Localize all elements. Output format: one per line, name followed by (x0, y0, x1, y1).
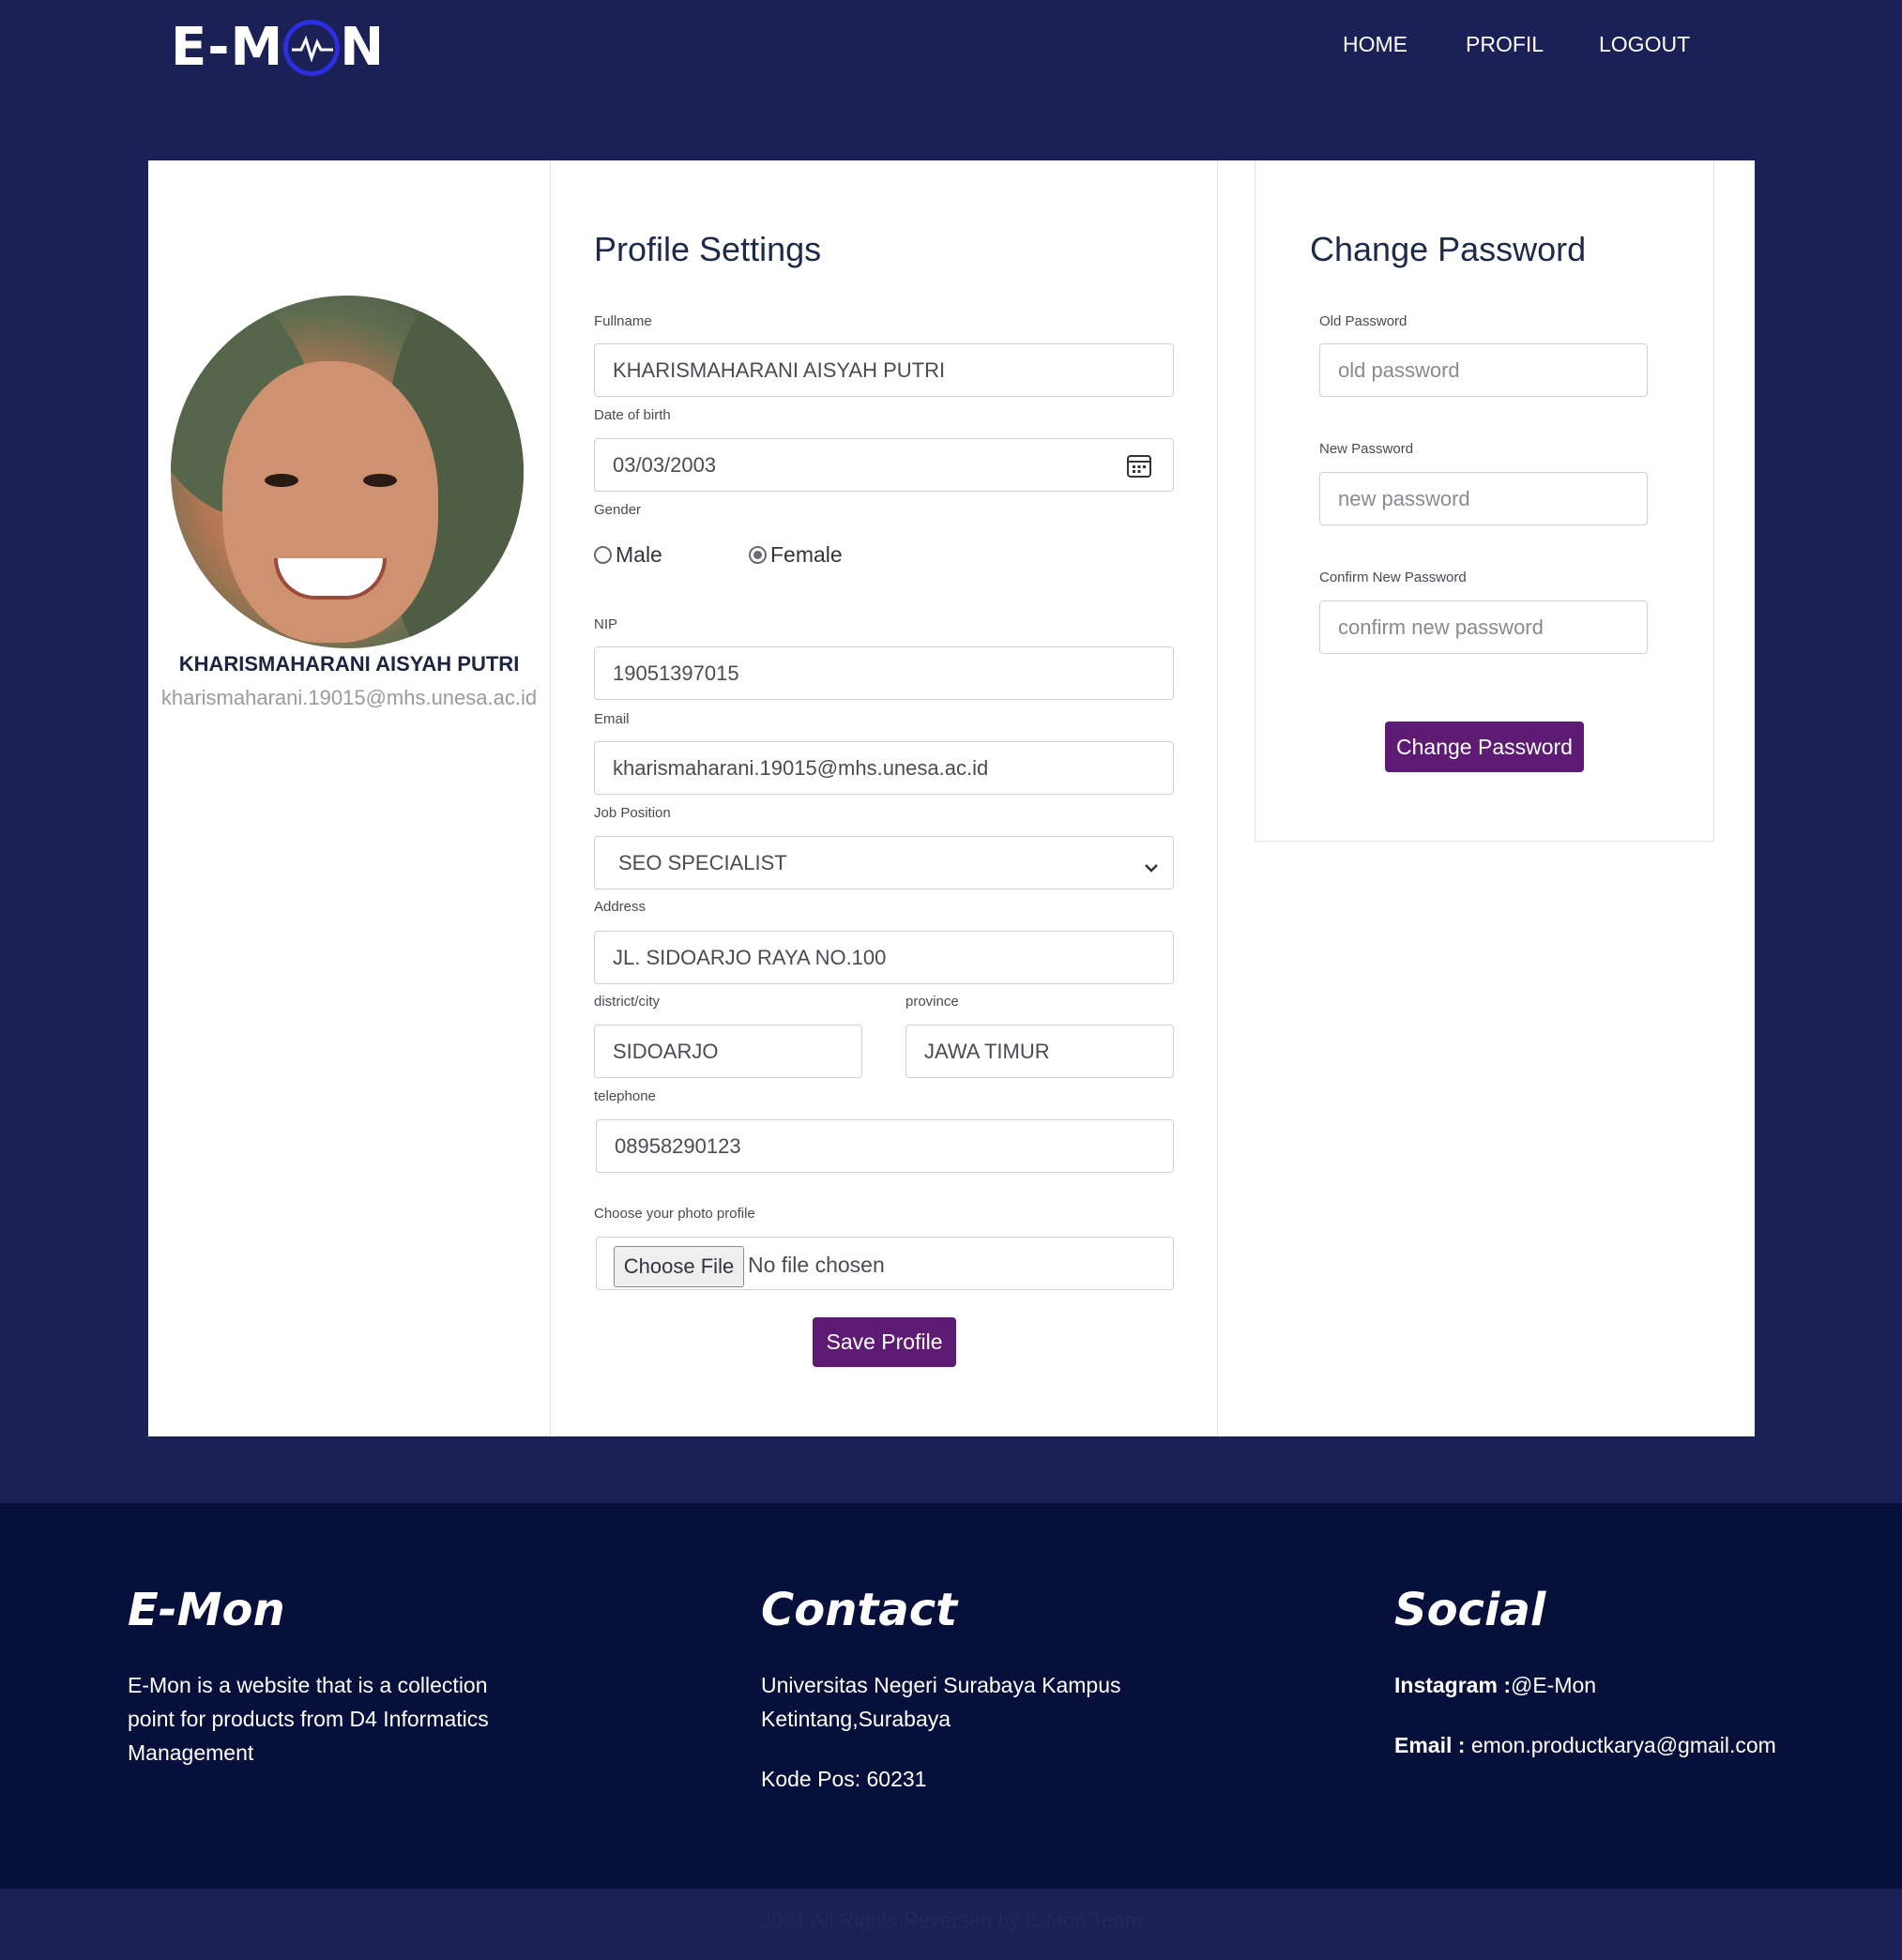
fullname-label: Fullname (594, 313, 652, 329)
change-password-button[interactable]: Change Password (1385, 722, 1584, 772)
profile-name: KHARISMAHARANI AISYAH PUTRI (178, 652, 520, 676)
gender-male-radio[interactable]: Male (594, 542, 662, 568)
gender-male-label: Male (616, 542, 662, 567)
province-label: province (905, 994, 959, 1010)
footer-contact-title: Contact (761, 1584, 958, 1636)
dob-label: Date of birth (594, 407, 671, 423)
calendar-icon[interactable] (1126, 452, 1152, 484)
city-label: district/city (594, 994, 661, 1010)
logo-text-right: N (340, 17, 386, 78)
footer-brand-text: E-Mon is a website that is a collection … (128, 1673, 489, 1765)
footer-brand-title: E-Mon (128, 1584, 285, 1636)
no-file-text: No file chosen (748, 1253, 885, 1277)
telephone-input[interactable]: 08958290123 (596, 1119, 1174, 1173)
email-label: Email (594, 711, 630, 727)
telephone-value: 08958290123 (615, 1133, 741, 1158)
nip-value: 19051397015 (613, 661, 739, 685)
gender-female-label: Female (770, 542, 843, 567)
footer-email-address: emon.productkarya@gmail.com (1470, 1733, 1776, 1757)
province-input[interactable]: JAWA TIMUR (905, 1025, 1174, 1078)
email-value: kharismaharani.19015@mhs.unesa.ac.id (613, 755, 989, 780)
confirm-password-placeholder: confirm new password (1338, 615, 1544, 639)
nip-label: NIP (594, 616, 618, 632)
radio-checked-icon (749, 546, 767, 564)
job-position-label: Job Position (594, 805, 671, 821)
province-value: JAWA TIMUR (924, 1039, 1050, 1063)
gender-label: Gender (594, 502, 642, 518)
old-password-label: Old Password (1319, 313, 1407, 329)
city-value: SIDOARJO (613, 1039, 719, 1063)
footer-instagram[interactable]: Instagram :@E-Mon (1394, 1668, 1596, 1702)
change-password-title: Change Password (1310, 230, 1587, 268)
gender-female-radio[interactable]: Female (749, 542, 843, 568)
column-divider (550, 160, 551, 1436)
fullname-value: KHARISMAHARANI AISYAH PUTRI (613, 357, 946, 382)
instagram-handle: @E-Mon (1510, 1673, 1597, 1697)
dob-input[interactable]: 03/03/2003 (594, 438, 1174, 492)
confirm-password-label: Confirm New Password (1319, 570, 1467, 585)
job-position-value: SEO SPECIALIST (618, 850, 787, 874)
choose-file-button[interactable]: Choose File (614, 1246, 744, 1287)
footer-email-label: Email : (1394, 1733, 1466, 1757)
address-label: Address (594, 899, 647, 915)
new-password-placeholder: new password (1338, 486, 1470, 510)
fullname-input[interactable]: KHARISMAHARANI AISYAH PUTRI (594, 343, 1174, 397)
nav-logout[interactable]: LOGOUT (1599, 32, 1690, 57)
avatar (171, 296, 524, 648)
new-password-label: New Password (1319, 441, 1414, 457)
save-profile-button[interactable]: Save Profile (813, 1317, 956, 1367)
column-divider (1217, 160, 1218, 1436)
footer-email[interactable]: Email : emon.productkarya@gmail.com (1394, 1728, 1776, 1762)
profile-email: kharismaharani.19015@mhs.unesa.ac.id (160, 686, 538, 709)
background-strip (0, 1081, 148, 1436)
footer-contact-address: Universitas Negeri Surabaya Kampus Ketin… (761, 1673, 1121, 1731)
radio-unchecked-icon (594, 546, 612, 564)
profile-settings-title: Profile Settings (594, 230, 822, 268)
job-position-select[interactable]: SEO SPECIALIST (594, 836, 1174, 889)
nav-profil[interactable]: PROFIL (1466, 32, 1544, 57)
nip-input[interactable]: 19051397015 (594, 646, 1174, 700)
old-password-input[interactable]: old password (1319, 343, 1648, 397)
footer-social-title: Social (1394, 1584, 1546, 1636)
address-input[interactable]: JL. SIDOARJO RAYA NO.100 (594, 931, 1174, 984)
instagram-label: Instagram : (1394, 1673, 1511, 1697)
logo-text-left: E-M (171, 17, 284, 78)
footer-contact-postcode: Kode Pos: 60231 (761, 1767, 927, 1791)
email-input[interactable]: kharismaharani.19015@mhs.unesa.ac.id (594, 741, 1174, 795)
logo[interactable]: E-M N (171, 17, 385, 78)
monitor-pulse-icon (283, 19, 341, 76)
confirm-password-input[interactable]: confirm new password (1319, 600, 1648, 654)
copyright-text: 2021 All Rights Reversed by E-Mon Team (760, 1908, 1142, 1932)
nav-home[interactable]: HOME (1343, 32, 1407, 57)
city-input[interactable]: SIDOARJO (594, 1025, 862, 1078)
dob-value: 03/03/2003 (613, 452, 717, 477)
new-password-input[interactable]: new password (1319, 472, 1648, 525)
old-password-placeholder: old password (1338, 357, 1460, 382)
photo-label: Choose your photo profile (594, 1206, 755, 1222)
telephone-label: telephone (594, 1088, 656, 1104)
chevron-down-icon (1143, 856, 1160, 880)
address-value: JL. SIDOARJO RAYA NO.100 (613, 945, 887, 969)
